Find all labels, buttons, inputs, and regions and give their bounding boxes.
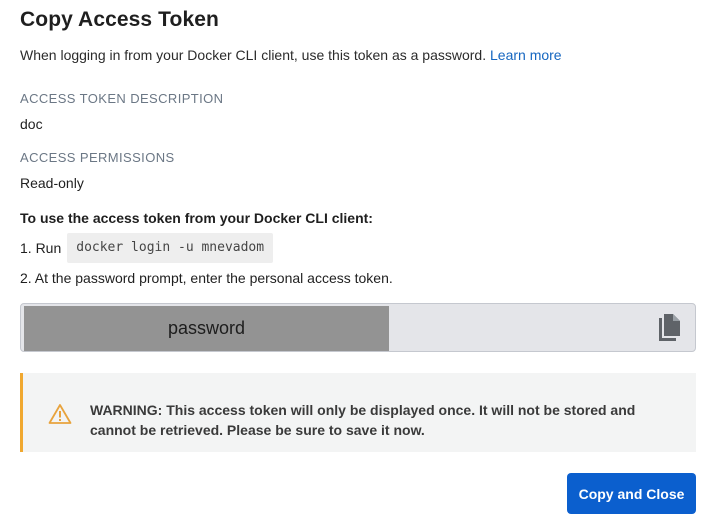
instruction-step-1: 1. Run docker login -u mnevadom (20, 233, 274, 263)
subtitle-text: When logging in from your Docker CLI cli… (20, 47, 487, 63)
warning-text: WARNING: This access token will only be … (90, 402, 636, 438)
token-redaction: password (24, 306, 389, 351)
dialog-subtitle: When logging in from your Docker CLI cli… (20, 47, 562, 63)
instruction-step-2: 2. At the password prompt, enter the per… (20, 270, 393, 286)
permissions-label: ACCESS PERMISSIONS (20, 150, 175, 165)
instructions-heading: To use the access token from your Docker… (20, 210, 373, 226)
copy-and-close-button[interactable]: Copy and Close (567, 473, 696, 514)
permissions-value: Read-only (20, 175, 84, 191)
warning-icon (48, 403, 72, 425)
dialog-title: Copy Access Token (20, 8, 219, 31)
learn-more-link[interactable]: Learn more (490, 47, 562, 63)
access-token-field[interactable]: password (20, 303, 696, 352)
docker-login-command[interactable]: docker login -u mnevadom (67, 233, 274, 263)
description-value: doc (20, 116, 43, 132)
token-masked-text: password (167, 318, 246, 338)
description-label: ACCESS TOKEN DESCRIPTION (20, 91, 224, 106)
warning-callout: WARNING: This access token will only be … (20, 373, 696, 452)
step-1-prefix: 1. Run (20, 240, 62, 256)
copy-icon[interactable] (656, 312, 684, 344)
